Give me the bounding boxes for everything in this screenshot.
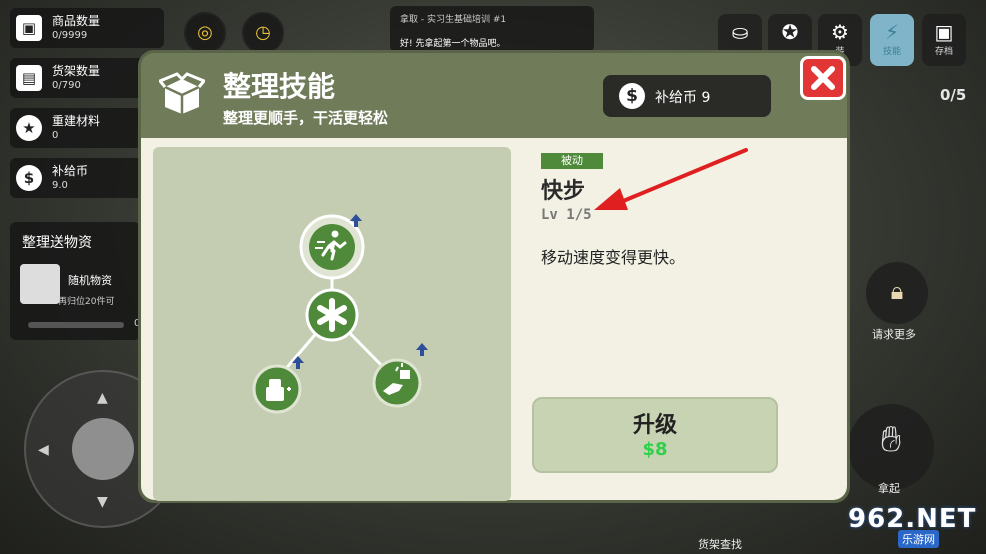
- skill-tree-panel: [153, 147, 511, 501]
- upgrade-arrow-icon: [416, 343, 428, 356]
- hand-icon: ✋︎: [880, 419, 902, 460]
- star-badge-icon: ✪: [781, 20, 799, 44]
- stat-label: 商品数量: [52, 14, 101, 28]
- stat-value: 0/790: [52, 80, 81, 91]
- task-title: 拿取 - 实习生基础培训 #1: [400, 15, 507, 25]
- timer-button[interactable]: ◷: [242, 12, 284, 54]
- save-button[interactable]: ▣ 存档: [922, 14, 966, 66]
- stat-item-goods: ▣ 商品数量 0/9999: [10, 8, 164, 48]
- upgrade-price: $8: [642, 439, 668, 460]
- dollar-icon: $: [619, 83, 645, 109]
- gear-icon: ⚙: [831, 20, 849, 44]
- pickup-label: 拿起: [878, 482, 900, 495]
- lightning-icon: ⚡: [884, 20, 900, 44]
- stat-value: 9.0: [52, 180, 68, 191]
- arrow-up-icon: ▲: [97, 390, 108, 406]
- delivery-progress-bar: [28, 322, 124, 328]
- box-open-icon: [159, 72, 205, 114]
- delivery-item-desc: 再归位20件可: [58, 297, 115, 307]
- request-more-button[interactable]: 🔒︎: [866, 262, 928, 324]
- save-icon: ▣: [934, 20, 954, 44]
- delivery-panel: 整理送物资 随机物资 再归位20件可 0/: [10, 222, 144, 340]
- skill-node-quick-step[interactable]: [299, 214, 365, 280]
- currency-display: $ 补给币 9: [603, 75, 771, 117]
- request-more-label: 请求更多: [872, 328, 916, 341]
- task-text: 好! 先拿起第一个物品吧。: [400, 39, 506, 49]
- skill-level: Lv 1/5: [541, 207, 592, 223]
- skill-description: 移动速度变得更快。: [541, 248, 686, 267]
- stat-label: 重建材料: [52, 114, 101, 128]
- stat-value: 0: [52, 130, 59, 141]
- arrow-down-icon: ▼: [97, 494, 108, 510]
- joystick-knob[interactable]: [72, 418, 134, 480]
- currency-text: 补给币 9: [655, 90, 711, 106]
- task-panel: 拿取 - 实习生基础培训 #1 好! 先拿起第一个物品吧。: [390, 6, 594, 52]
- star-icon: ★: [16, 115, 42, 141]
- skill-node-stacking[interactable]: [252, 356, 304, 414]
- supply-box-icon: [20, 264, 60, 304]
- coin-stack-icon: ◎: [197, 22, 213, 43]
- save-button-label: 存档: [934, 47, 953, 57]
- pickup-button[interactable]: ✋︎: [848, 404, 934, 490]
- lock-icon: 🔒︎: [890, 277, 904, 305]
- close-button[interactable]: [800, 56, 846, 100]
- task-counter: 0/5: [940, 86, 967, 104]
- sofa-icon: ⛀: [731, 20, 749, 44]
- upgrade-button[interactable]: 升级 $8: [532, 397, 778, 473]
- skill-name: 快步: [541, 179, 586, 204]
- stat-label: 补给币: [52, 164, 89, 178]
- stopwatch-icon: ◷: [255, 22, 271, 43]
- annotation-arrow: [594, 148, 748, 210]
- close-icon: [811, 66, 835, 90]
- skill-dialog: 整理技能 整理更顺手，干活更轻松 $ 补给币 9 被动 快步 Lv 1/5 移动…: [138, 50, 850, 503]
- skill-node-center[interactable]: [305, 288, 359, 342]
- dialog-subtitle: 整理更顺手，干活更轻松: [223, 109, 389, 127]
- stat-label: 货架数量: [52, 64, 101, 78]
- skills-button[interactable]: ⚡ 技能: [870, 14, 914, 66]
- upgrade-label: 升级: [632, 413, 677, 438]
- delivery-title: 整理送物资: [22, 235, 92, 251]
- delivery-item-name: 随机物资: [68, 274, 112, 287]
- watermark-sub: 乐游网: [898, 530, 939, 548]
- coins-stack-button[interactable]: ◎: [184, 12, 226, 54]
- stat-value: 0/9999: [52, 30, 88, 41]
- dollar-icon: $: [16, 165, 42, 191]
- box-icon: ▣: [16, 15, 42, 41]
- shelf-icon: ▤: [16, 65, 42, 91]
- arrow-left-icon: ◀: [38, 442, 49, 458]
- shelf-search-label[interactable]: 货架查找: [698, 536, 742, 552]
- skill-node-handling[interactable]: [372, 343, 428, 408]
- skills-button-label: 技能: [882, 47, 901, 57]
- dialog-title: 整理技能: [223, 70, 336, 103]
